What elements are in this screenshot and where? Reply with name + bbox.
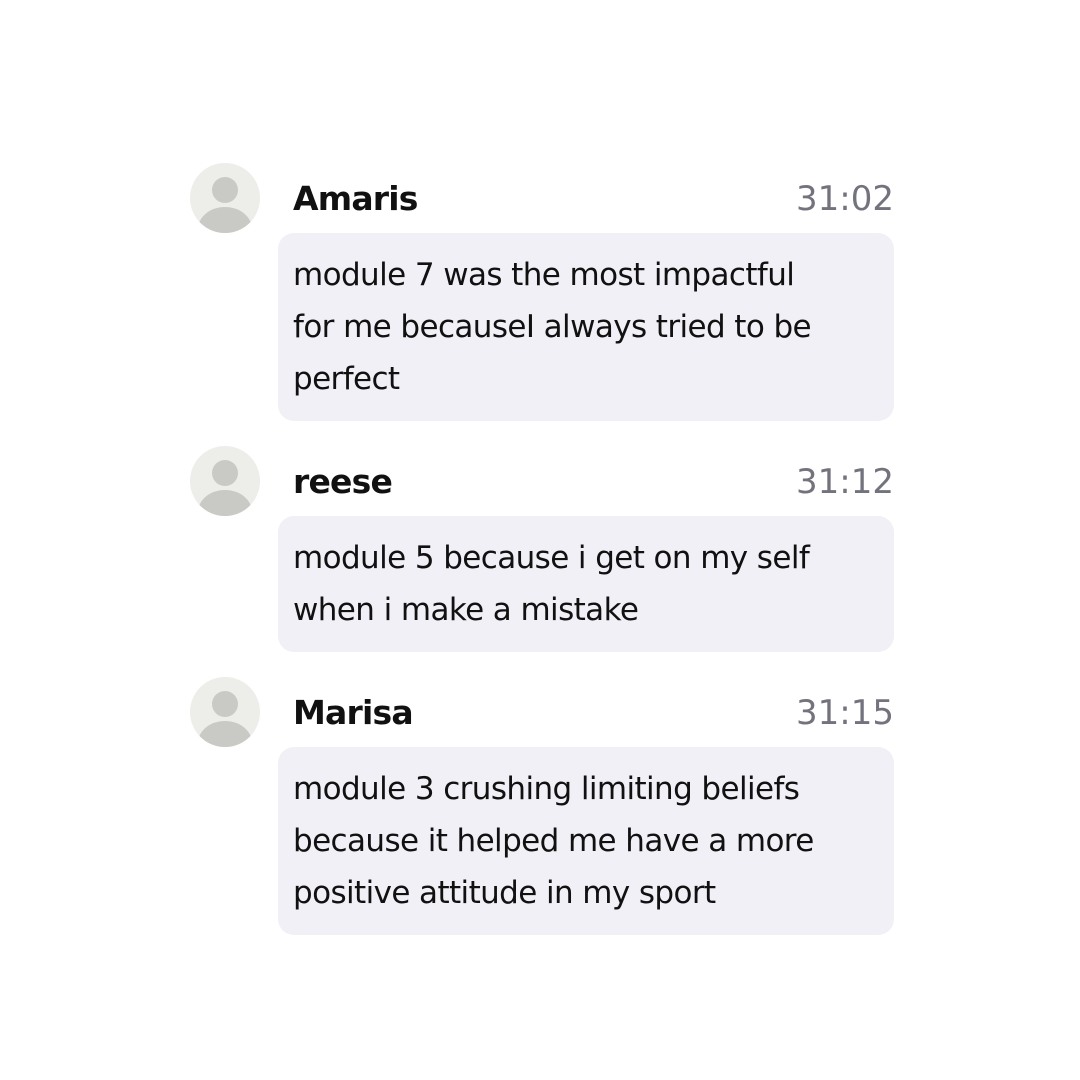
message-header: reese 31:12 (190, 446, 894, 516)
avatar-shoulders-shape (198, 490, 252, 516)
user-avatar-icon[interactable] (190, 163, 260, 233)
user-avatar-icon[interactable] (190, 677, 260, 747)
chat-message: Marisa 31:15 module 3 crushing limiting … (190, 677, 894, 935)
message-author[interactable]: reese (293, 462, 393, 502)
chat-message-list: Amaris 31:02 module 7 was the most impac… (190, 163, 894, 960)
message-text-line: module 3 crushing limiting beliefs (293, 771, 800, 807)
message-text-line: positive attitude in my sport (293, 875, 716, 911)
user-avatar-icon[interactable] (190, 446, 260, 516)
avatar-head-shape (212, 177, 238, 203)
message-text-line: module 5 because i get on my self (293, 540, 810, 576)
message-text-line: for me becauseI always tried to be (293, 309, 812, 345)
message-timestamp: 31:15 (796, 693, 894, 733)
message-header: Amaris 31:02 (190, 163, 894, 233)
message-header: Marisa 31:15 (190, 677, 894, 747)
avatar-shoulders-shape (198, 721, 252, 747)
message-timestamp: 31:12 (796, 462, 894, 502)
message-text-line: module 7 was the most impactful (293, 257, 795, 293)
message-author[interactable]: Amaris (293, 179, 418, 219)
avatar-shoulders-shape (198, 207, 252, 233)
chat-message: Amaris 31:02 module 7 was the most impac… (190, 163, 894, 421)
message-bubble: module 7 was the most impactful for me b… (278, 233, 894, 421)
message-text-line: because it helped me have a more (293, 823, 814, 859)
chat-message: reese 31:12 module 5 because i get on my… (190, 446, 894, 652)
message-text-line: when i make a mistake (293, 592, 639, 628)
avatar-head-shape (212, 460, 238, 486)
message-bubble: module 5 because i get on my self when i… (278, 516, 894, 652)
message-timestamp: 31:02 (796, 179, 894, 219)
avatar-head-shape (212, 691, 238, 717)
message-author[interactable]: Marisa (293, 693, 414, 733)
message-bubble: module 3 crushing limiting beliefs becau… (278, 747, 894, 935)
message-text-line: perfect (293, 361, 400, 397)
